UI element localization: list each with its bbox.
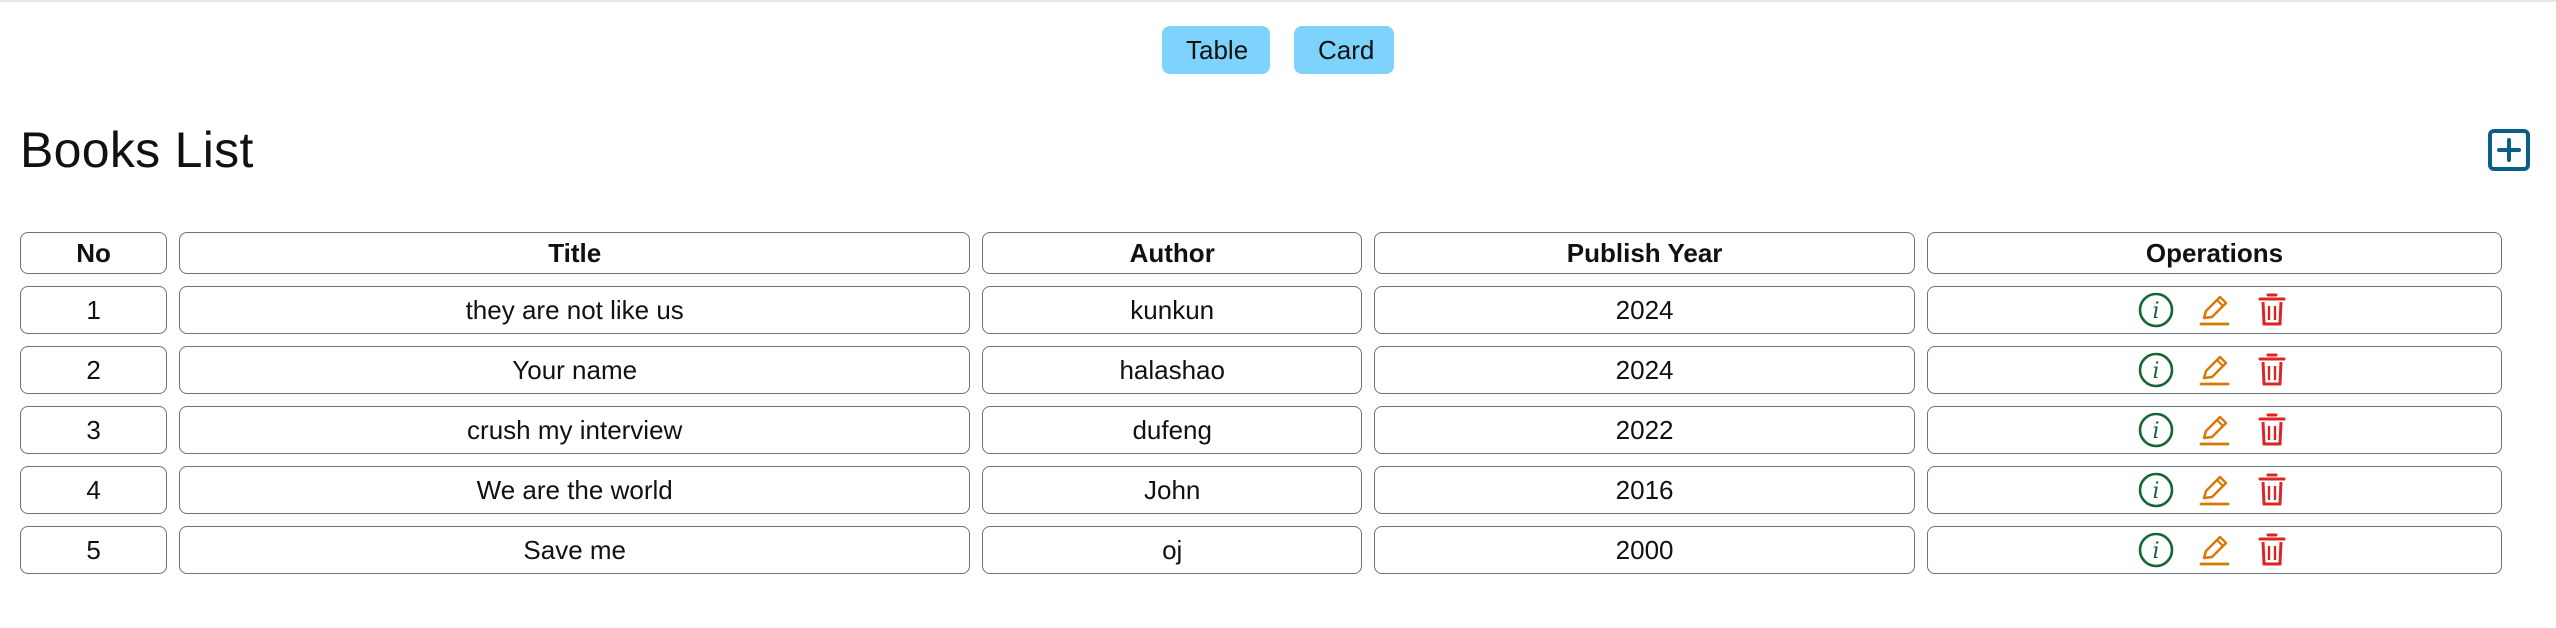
plus-square-icon [2497,138,2521,162]
pencil-edit-icon[interactable] [2195,351,2233,389]
cell-no: 5 [20,526,168,574]
page: Table Card Books List No Title Author Pu… [0,0,2556,628]
cell-author: halashao [982,346,1363,394]
svg-text:i: i [2153,359,2160,384]
trash-delete-icon[interactable] [2253,531,2291,569]
trash-delete-icon[interactable] [2253,471,2291,509]
operations-group: i [1928,471,2501,509]
cell-title: We are the world [179,466,971,514]
page-title: Books List [20,122,254,178]
cell-operations: i [1926,526,2502,574]
column-header-publish-year: Publish Year [1374,232,1915,274]
cell-author: dufeng [982,406,1363,454]
pencil-edit-icon[interactable] [2195,531,2233,569]
pencil-edit-icon[interactable] [2195,411,2233,449]
cell-title: they are not like us [179,286,971,334]
trash-delete-icon[interactable] [2253,351,2291,389]
cell-operations: i [1926,346,2502,394]
info-circle-icon[interactable]: i [2137,471,2175,509]
cell-author: oj [982,526,1363,574]
column-header-operations: Operations [1926,232,2502,274]
info-circle-icon[interactable]: i [2137,291,2175,329]
cell-no: 3 [20,406,168,454]
operations-group: i [1928,351,2501,389]
cell-no: 2 [20,346,168,394]
cell-publish-year: 2016 [1374,466,1915,514]
cell-operations: i [1926,466,2502,514]
operations-group: i [1928,291,2501,329]
column-header-no: No [20,232,168,274]
cell-no: 4 [20,466,168,514]
cell-title: crush my interview [179,406,971,454]
svg-text:i: i [2153,419,2160,444]
operations-group: i [1928,411,2501,449]
cell-author: kunkun [982,286,1363,334]
cell-operations: i [1926,286,2502,334]
table-row: 1 they are not like us kunkun 2024 i [20,286,2502,334]
header: Books List [20,118,2532,182]
cell-title: Save me [179,526,971,574]
card-view-button[interactable]: Card [1294,26,1394,74]
table-row: 5 Save me oj 2000 i [20,526,2502,574]
trash-delete-icon[interactable] [2253,291,2291,329]
cell-author: John [982,466,1363,514]
cell-operations: i [1926,406,2502,454]
column-header-title: Title [179,232,971,274]
table-body: 1 they are not like us kunkun 2024 i 2 Y… [20,286,2502,574]
info-circle-icon[interactable]: i [2137,531,2175,569]
add-book-button[interactable] [2488,129,2530,171]
table-header-row: No Title Author Publish Year Operations [20,232,2502,274]
pencil-edit-icon[interactable] [2195,471,2233,509]
table-row: 3 crush my interview dufeng 2022 i [20,406,2502,454]
operations-group: i [1928,531,2501,569]
books-table: No Title Author Publish Year Operations … [8,220,2514,586]
cell-publish-year: 2024 [1374,346,1915,394]
info-circle-icon[interactable]: i [2137,351,2175,389]
trash-delete-icon[interactable] [2253,411,2291,449]
cell-publish-year: 2000 [1374,526,1915,574]
table-view-button[interactable]: Table [1162,26,1270,74]
svg-text:i: i [2153,479,2160,504]
svg-text:i: i [2153,299,2160,324]
view-toggle-bar: Table Card [0,26,2556,74]
pencil-edit-icon[interactable] [2195,291,2233,329]
cell-title: Your name [179,346,971,394]
column-header-author: Author [982,232,1363,274]
info-circle-icon[interactable]: i [2137,411,2175,449]
svg-text:i: i [2153,539,2160,564]
table-row: 2 Your name halashao 2024 i [20,346,2502,394]
cell-no: 1 [20,286,168,334]
cell-publish-year: 2024 [1374,286,1915,334]
table-row: 4 We are the world John 2016 i [20,466,2502,514]
cell-publish-year: 2022 [1374,406,1915,454]
